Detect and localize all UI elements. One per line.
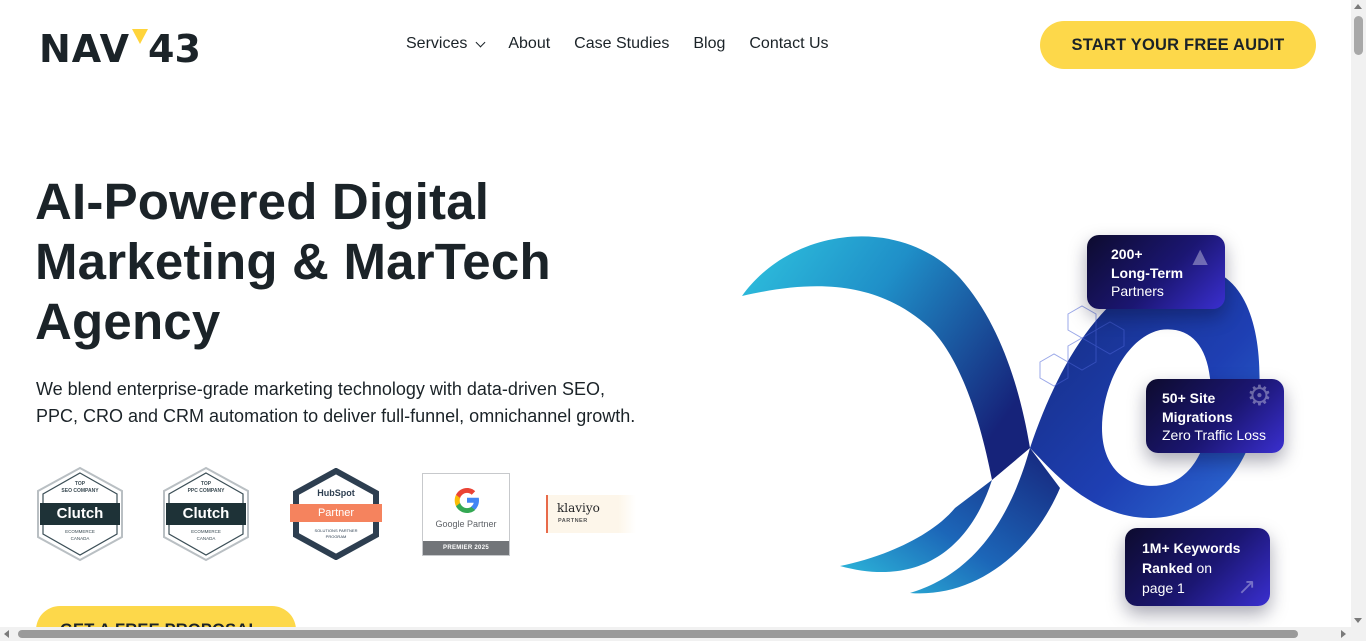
card-line: on: [1192, 560, 1213, 576]
badge-top-label: TOP: [200, 481, 212, 487]
badge-foot-label: CANADA: [196, 536, 216, 541]
partners-stat-card: 200+ Long-Term Partners ▲: [1087, 235, 1225, 309]
hubspot-partner-badge: HubSpot Partner SOLUTIONS PARTNER PROGRA…: [290, 468, 382, 560]
clutch-seo-badge: TOP SEO COMPANY Clutch ECOMMERCE CANADA: [36, 466, 124, 562]
horizontal-scroll-thumb[interactable]: [18, 630, 1298, 638]
card-line: Ranked: [1142, 560, 1193, 576]
nav43-logo[interactable]: NAV 43: [39, 26, 201, 68]
card-line: Long-Term: [1111, 264, 1184, 281]
scroll-right-icon[interactable]: [1341, 630, 1346, 638]
hero-illustration: 200+ Long-Term Partners ▲ 50+ Site Migra…: [730, 218, 1330, 618]
klaviyo-sub: PARTNER: [558, 518, 588, 524]
badge-foot-label: ECOMMERCE: [191, 529, 221, 534]
badge-foot-label: ECOMMERCE: [65, 529, 95, 534]
growth-chart-icon: ↗: [1237, 573, 1256, 599]
google-partner-foot: PREMIER 2025: [423, 541, 509, 555]
nav-item-label: Case Studies: [574, 35, 670, 52]
google-partner-badge: Google Partner PREMIER 2025: [422, 473, 510, 556]
badge-brand-label: Clutch: [182, 505, 230, 522]
logo-wordmark: NAV: [39, 27, 131, 71]
badge-brand-label: Clutch: [56, 505, 104, 522]
nav-item-label: Blog: [693, 35, 726, 52]
scroll-left-icon[interactable]: [4, 630, 9, 638]
hero-title-line: Agency: [35, 293, 221, 350]
vertical-scrollbar[interactable]: [1351, 0, 1366, 627]
klaviyo-brand: klaviyo: [557, 501, 600, 515]
card-line: 50+ Site: [1162, 390, 1216, 406]
keywords-stat-card: 1M+ Keywords Ranked on page 1 ↗: [1125, 528, 1270, 606]
chevron-down-icon: [475, 37, 486, 48]
hero-subtitle: We blend enterprise-grade marketing tech…: [36, 376, 656, 430]
nav-item-label: About: [508, 35, 551, 52]
nav-item-label: Contact Us: [749, 35, 829, 52]
badge-ribbon-label: Partner: [317, 507, 355, 519]
gear-icon: ⚙: [1246, 380, 1272, 411]
card-line: Zero Traffic Loss: [1162, 427, 1267, 443]
rocket-icon: ▲: [1187, 241, 1213, 271]
migrations-stat-card: 50+ Site Migrations Zero Traffic Loss ⚙: [1146, 379, 1284, 453]
badge-top-label: TOP: [74, 481, 86, 487]
scroll-down-icon[interactable]: [1354, 618, 1362, 623]
start-free-audit-button[interactable]: START YOUR FREE AUDIT: [1040, 21, 1316, 69]
card-line: page 1: [1142, 580, 1185, 596]
card-line: 200+: [1111, 246, 1143, 262]
badge-brand-label: HubSpot: [317, 488, 355, 498]
clutch-ppc-badge: TOP PPC COMPANY Clutch ECOMMERCE CANADA: [162, 466, 250, 562]
horizontal-scrollbar[interactable]: [0, 627, 1366, 641]
badge-foot-label: PROGRAM: [325, 534, 347, 539]
card-line: 1M+ Keywords: [1142, 540, 1241, 556]
hero-title-line: Marketing & MarTech: [35, 233, 551, 290]
badge-category-label: PPC COMPANY: [187, 488, 225, 494]
hero-title: AI-Powered Digital Marketing & MarTech A…: [35, 172, 655, 352]
badge-category-label: SEO COMPANY: [61, 488, 99, 494]
logo-number: 43: [148, 27, 201, 71]
nav-item-label: Services: [406, 35, 468, 52]
vertical-scroll-thumb[interactable]: [1354, 16, 1363, 55]
klaviyo-partner-badge: klaviyo PARTNER: [546, 495, 636, 533]
badge-foot-label: CANADA: [70, 536, 90, 541]
card-line: Partners: [1111, 283, 1164, 299]
nav-item-about[interactable]: About: [508, 35, 550, 53]
nav-item-services[interactable]: Services: [406, 35, 486, 53]
nav-item-contact-us[interactable]: Contact Us: [749, 35, 828, 53]
badge-foot-label: SOLUTIONS PARTNER: [314, 528, 358, 533]
nav-item-blog[interactable]: Blog: [693, 35, 725, 53]
main-nav: Services About Case Studies Blog Contact…: [406, 35, 829, 53]
hero-subtitle-line: We blend enterprise-grade marketing tech…: [36, 379, 605, 399]
nav-item-case-studies[interactable]: Case Studies: [574, 35, 669, 53]
google-g-icon: [454, 488, 479, 513]
hero-subtitle-line: PPC, CRO and CRM automation to deliver f…: [36, 406, 636, 426]
google-partner-label: Google Partner: [435, 519, 497, 529]
logo-triangle-icon: [132, 29, 149, 44]
card-line: Migrations: [1162, 408, 1233, 425]
scroll-up-icon[interactable]: [1354, 4, 1362, 9]
hero-title-line: AI-Powered Digital: [35, 173, 490, 230]
